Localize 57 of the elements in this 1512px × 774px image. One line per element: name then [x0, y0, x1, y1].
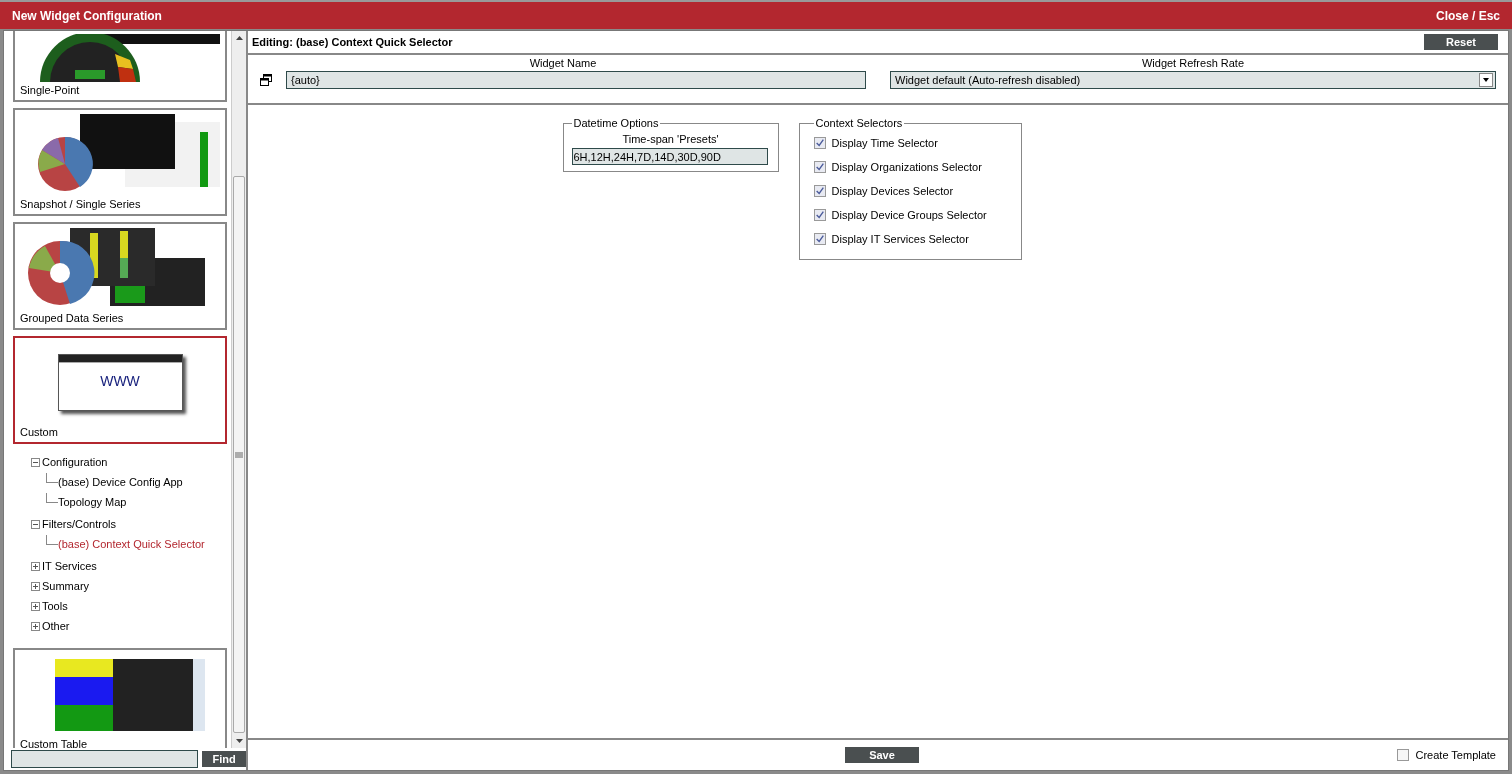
- checkbox[interactable]: [813, 137, 826, 149]
- widget-type-card[interactable]: Grouped Data Series: [13, 222, 227, 330]
- card-label: Single-Point: [20, 84, 81, 96]
- grip-icon[interactable]: [235, 450, 243, 459]
- find-field[interactable]: [11, 750, 199, 768]
- caret-icon[interactable]: [1482, 76, 1490, 84]
- expand-icon[interactable]: [31, 581, 40, 591]
- collapse-icon[interactable]: [31, 457, 40, 467]
- tree-item[interactable]: Topology Map: [58, 496, 127, 508]
- expand-icon[interactable]: [31, 621, 40, 631]
- widget-name-field[interactable]: {auto}: [286, 71, 866, 89]
- save-button[interactable]: Save: [845, 747, 919, 763]
- checkbox-label: Create Template: [1415, 749, 1496, 761]
- card-label: Custom Table: [20, 738, 89, 748]
- field-label: Widget Refresh Rate: [1140, 57, 1246, 71]
- tree-item[interactable]: (base) Device Config App: [58, 476, 183, 488]
- checkbox[interactable]: [1397, 749, 1410, 761]
- widget-type-card[interactable]: Snapshot / Single Series: [13, 108, 227, 216]
- field-label: Widget Name: [528, 57, 598, 71]
- card-label: Custom: [20, 426, 59, 438]
- group-title: Context Selectors: [814, 117, 904, 129]
- window-title: New Widget Configuration: [12, 8, 162, 23]
- widget-type-card[interactable]: Single-Point: [13, 31, 227, 102]
- checkbox-label: Display Device Groups Selector: [831, 209, 987, 221]
- close-button[interactable]: Close / Esc: [1435, 8, 1500, 23]
- card-label: Grouped Data Series: [20, 312, 125, 324]
- checkbox-label: Display Devices Selector: [831, 185, 954, 197]
- scrollbar[interactable]: [231, 31, 246, 748]
- checkbox[interactable]: [813, 161, 826, 173]
- checkbox-label: Display Time Selector: [831, 137, 938, 149]
- tree-item[interactable]: IT Services: [42, 560, 97, 572]
- tree-item[interactable]: Configuration: [42, 456, 108, 468]
- presets-field[interactable]: 6H,12H,24H,7D,14D,30D,90D: [571, 148, 768, 165]
- expand-icon[interactable]: [31, 561, 40, 571]
- widget-type-card[interactable]: Custom Table: [13, 648, 227, 748]
- expand-icon[interactable]: [31, 601, 40, 611]
- checkbox-label: Display IT Services Selector: [831, 233, 969, 245]
- reset-button[interactable]: Reset: [1424, 34, 1498, 50]
- tree-item[interactable]: Other: [42, 620, 70, 632]
- tree-item[interactable]: (base) Context Quick Selector: [58, 538, 205, 550]
- collapse-icon[interactable]: [31, 519, 40, 529]
- editor-title: Editing: (base) Context Quick Selector: [252, 36, 453, 48]
- group-title: Datetime Options: [572, 117, 660, 129]
- field-label: Time-span 'Presets': [621, 133, 720, 147]
- tree-item[interactable]: Filters/Controls: [42, 518, 116, 530]
- windows-icon[interactable]: [260, 74, 272, 86]
- widget-type-card[interactable]: WWW Custom: [13, 336, 227, 444]
- thumbnail-text: WWW: [100, 372, 140, 389]
- checkbox-label: Display Organizations Selector: [831, 161, 982, 173]
- tree-item[interactable]: Summary: [42, 580, 90, 592]
- tree-item[interactable]: Tools: [42, 600, 68, 612]
- checkbox[interactable]: [813, 185, 826, 197]
- find-button[interactable]: Find: [202, 751, 246, 767]
- checkbox[interactable]: [813, 209, 826, 221]
- card-label: Snapshot / Single Series: [20, 198, 142, 210]
- checkbox[interactable]: [813, 233, 826, 245]
- refresh-rate-dropdown[interactable]: Widget default (Auto-refresh disabled): [890, 71, 1496, 89]
